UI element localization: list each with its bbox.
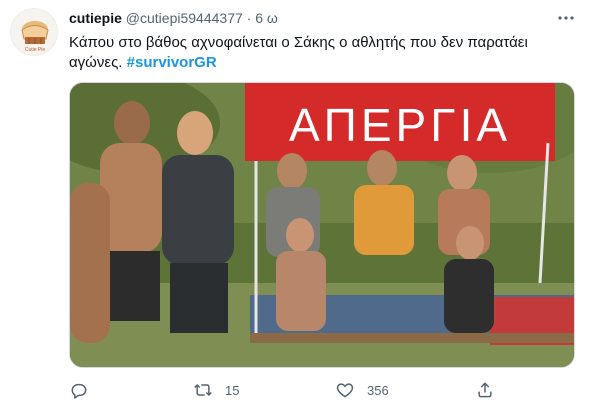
like-count: 356 xyxy=(367,382,389,398)
banner-text: ΑΠΕΡΓΙΑ xyxy=(289,99,511,151)
tweet-card[interactable]: Cutie Pie cutiepie @cutiepi59444377 · 6 … xyxy=(0,0,594,414)
tweet-text: Κάπου στο βάθος αχνοφαίνεται ο Σάκης ο α… xyxy=(69,33,579,73)
share-icon xyxy=(475,380,495,400)
tweet-media-image[interactable]: ΑΠΕΡΓΙΑ xyxy=(69,82,575,368)
like-button[interactable]: 356 xyxy=(335,378,389,402)
separator-dot: · xyxy=(246,10,252,26)
survivor-photo: ΑΠΕΡΓΙΑ xyxy=(70,83,574,367)
avatar-caption: Cutie Pie xyxy=(25,47,46,53)
user-handle[interactable]: @cutiepi59444377 xyxy=(126,10,243,26)
retweet-icon xyxy=(193,380,213,400)
hashtag-link[interactable]: #survivorGR xyxy=(127,54,217,71)
cupcake-logo: Cutie Pie xyxy=(21,21,49,53)
tweet-actions: 15 356 xyxy=(69,378,575,402)
avatar[interactable]: Cutie Pie xyxy=(10,8,58,56)
retweet-count: 15 xyxy=(225,382,240,398)
reply-button[interactable] xyxy=(69,378,89,402)
timestamp[interactable]: 6 ω xyxy=(255,10,278,26)
like-icon xyxy=(335,380,355,400)
reply-icon xyxy=(69,380,89,400)
display-name[interactable]: cutiepie xyxy=(69,10,122,26)
more-icon[interactable] xyxy=(556,8,576,28)
tweet-header: cutiepie @cutiepi59444377 · 6 ω xyxy=(69,9,278,27)
share-button[interactable] xyxy=(475,378,495,402)
retweet-button[interactable]: 15 xyxy=(193,378,239,402)
